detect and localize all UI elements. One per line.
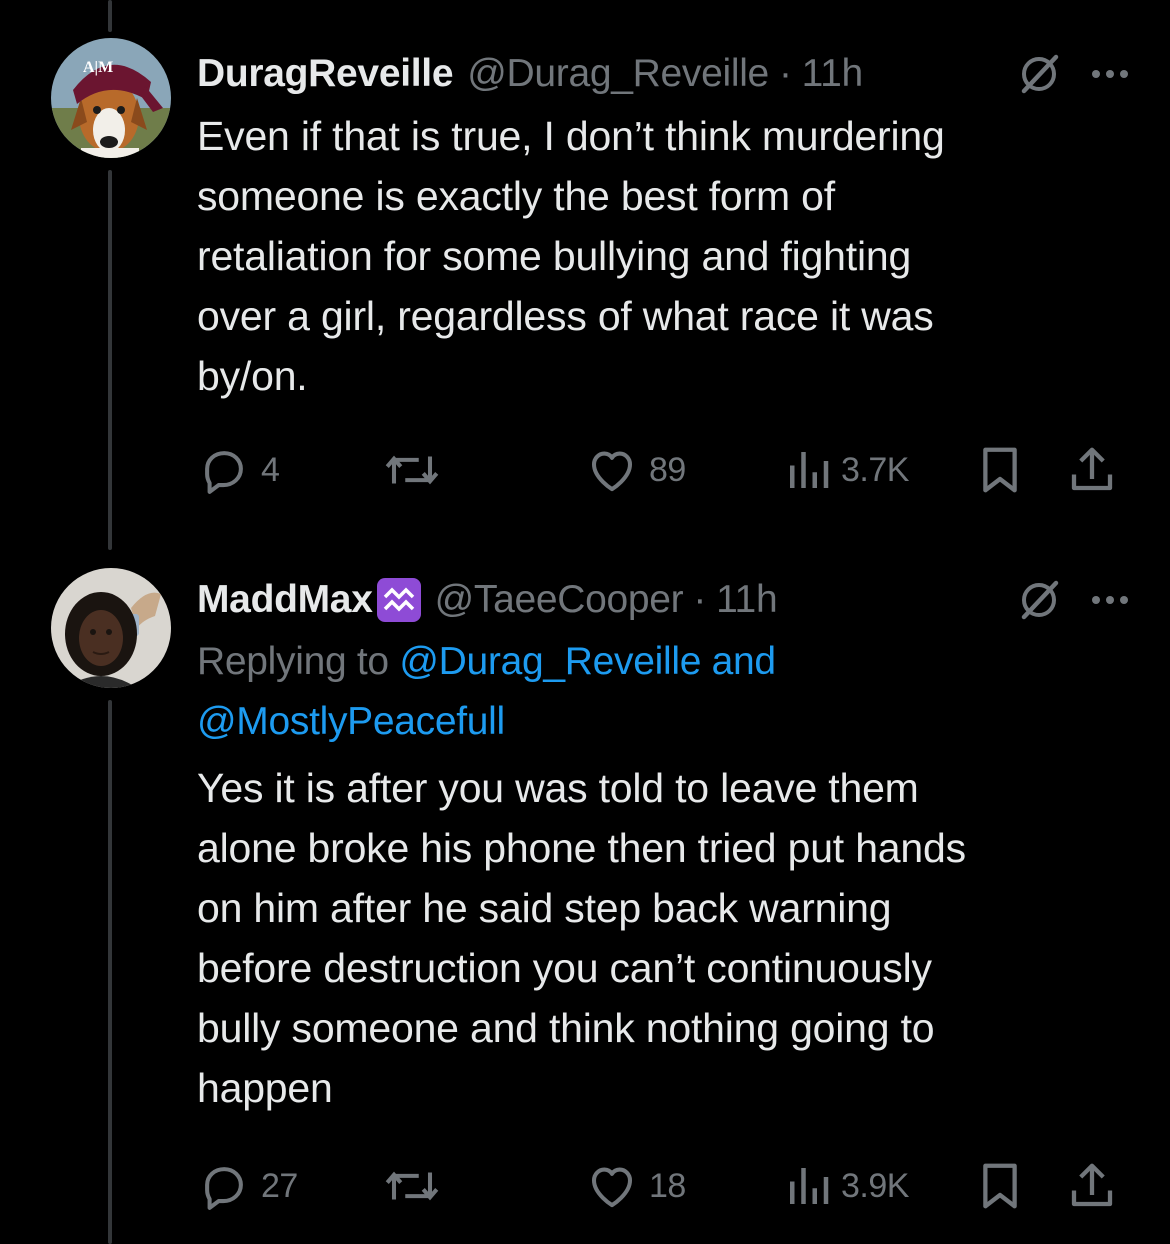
heart-icon bbox=[591, 1167, 633, 1208]
collie-dog-avatar-icon: A|M bbox=[51, 38, 171, 158]
bookmark-icon bbox=[983, 447, 1017, 493]
avatar[interactable] bbox=[51, 568, 171, 688]
thread-line-top bbox=[108, 0, 112, 32]
repost-button[interactable] bbox=[382, 1156, 452, 1216]
tweet-actions: 4 89 3.7K bbox=[197, 440, 1117, 500]
aquarius-emoji-icon bbox=[376, 578, 421, 622]
views-count: 3.9K bbox=[841, 1166, 909, 1205]
separator-dot: · bbox=[693, 578, 707, 621]
views-count: 3.7K bbox=[841, 450, 909, 489]
reply-button[interactable]: 4 bbox=[197, 440, 280, 500]
replying-to: Replying to @Durag_Reveille and @MostlyP… bbox=[197, 632, 1130, 752]
like-button[interactable]: 18 bbox=[585, 1156, 686, 1216]
reply-icon bbox=[205, 451, 243, 494]
user-handle[interactable]: @Durag_Reveille bbox=[467, 52, 769, 96]
tweet-header: MaddMax @TaeeCooper · 11h bbox=[197, 572, 1130, 628]
svg-text:A|M: A|M bbox=[83, 59, 113, 76]
repost-icon bbox=[385, 1171, 439, 1201]
man-with-dreadlocks-avatar-icon bbox=[51, 568, 171, 688]
share-button[interactable] bbox=[1067, 1156, 1117, 1216]
tweet-header: DuragReveille @Durag_Reveille · 11h bbox=[197, 46, 1130, 102]
bookmark-button[interactable] bbox=[977, 1156, 1023, 1216]
display-name[interactable]: MaddMax bbox=[197, 578, 373, 622]
more-options-icon[interactable] bbox=[1090, 594, 1130, 606]
views-chart-icon bbox=[790, 452, 829, 488]
tweet-timestamp[interactable]: 11h bbox=[716, 578, 778, 622]
like-button[interactable]: 89 bbox=[585, 440, 686, 500]
header-icons bbox=[1016, 572, 1130, 628]
header-icons bbox=[1016, 46, 1130, 102]
thread-line-middle bbox=[108, 170, 112, 550]
reply-count: 27 bbox=[261, 1166, 298, 1205]
avatar[interactable]: A|M bbox=[51, 38, 171, 158]
separator-dot: · bbox=[778, 52, 792, 95]
grok-icon[interactable] bbox=[1016, 51, 1062, 97]
views-button[interactable]: 3.7K bbox=[785, 440, 909, 500]
repost-button[interactable] bbox=[382, 440, 452, 500]
views-button[interactable]: 3.9K bbox=[785, 1156, 909, 1216]
share-button[interactable] bbox=[1067, 440, 1117, 500]
bookmark-button[interactable] bbox=[977, 440, 1023, 500]
heart-icon bbox=[591, 451, 633, 492]
tweet-text: Even if that is true, I don’t think murd… bbox=[197, 113, 945, 399]
reply-button[interactable]: 27 bbox=[197, 1156, 298, 1216]
like-count: 18 bbox=[649, 1166, 686, 1205]
tweet-actions: 27 18 3.9K bbox=[197, 1156, 1117, 1216]
tweet-text: Yes it is after you was told to leave th… bbox=[197, 765, 966, 1111]
tweet-content: DuragReveille @Durag_Reveille · 11h Even… bbox=[197, 46, 1130, 406]
tweet-content: MaddMax @TaeeCooper · 11h Replying to @D… bbox=[197, 572, 1130, 1118]
more-options-icon[interactable] bbox=[1090, 68, 1130, 80]
share-icon bbox=[1071, 447, 1113, 491]
reply-icon bbox=[205, 1167, 243, 1210]
share-icon bbox=[1071, 1163, 1113, 1207]
thread-line-bottom bbox=[108, 700, 112, 1244]
repost-icon bbox=[385, 455, 439, 485]
replying-to-label: Replying to bbox=[197, 640, 389, 683]
bookmark-icon bbox=[983, 1163, 1017, 1209]
like-count: 89 bbox=[649, 450, 686, 489]
reply-count: 4 bbox=[261, 450, 280, 489]
user-handle[interactable]: @TaeeCooper bbox=[435, 578, 684, 622]
display-name[interactable]: DuragReveille bbox=[197, 52, 454, 96]
views-chart-icon bbox=[790, 1168, 829, 1204]
grok-icon[interactable] bbox=[1016, 577, 1062, 623]
tweet-timestamp[interactable]: 11h bbox=[802, 52, 864, 96]
